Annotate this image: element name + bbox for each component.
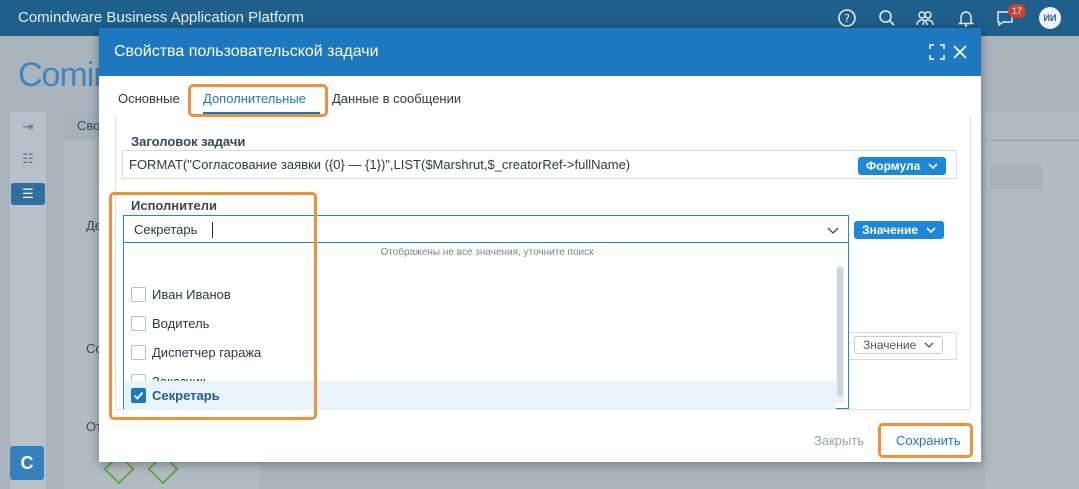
background-panel-title: Сво bbox=[77, 118, 101, 133]
list-item[interactable]: Иван Иванов bbox=[124, 280, 836, 309]
menu-icon[interactable]: ☰ bbox=[11, 183, 45, 205]
scrollbar-thumb[interactable] bbox=[837, 267, 843, 397]
collapse-icon[interactable]: ⇥ bbox=[11, 116, 45, 138]
avatar[interactable]: ИИ bbox=[1039, 7, 1061, 29]
task-properties-dialog: Свойства пользовательской задачи Основны… bbox=[99, 28, 981, 462]
list-icon[interactable]: ☷ bbox=[11, 148, 45, 170]
assignees-mode-label: Значение bbox=[862, 223, 919, 237]
background-logo: Comin bbox=[18, 56, 112, 94]
task-title-formula-field[interactable]: FORMAT("Согласование заявки ({0} — {1})"… bbox=[122, 150, 957, 179]
option-label: Диспетчер гаража bbox=[152, 345, 262, 360]
tab-bar: Основные Дополнительные Данные в сообщен… bbox=[99, 76, 981, 116]
checkbox[interactable] bbox=[131, 316, 146, 331]
divider bbox=[985, 140, 1079, 141]
bell-icon[interactable] bbox=[956, 8, 976, 28]
secondary-mode-button[interactable]: Значение bbox=[854, 336, 944, 354]
list-item[interactable]: Диспетчер гаража bbox=[124, 338, 836, 367]
help-icon[interactable]: ? bbox=[837, 8, 857, 28]
formula-mode-button[interactable]: Формула bbox=[858, 157, 947, 175]
option-label: Водитель bbox=[152, 316, 210, 331]
brand-logo-icon: C bbox=[10, 446, 44, 480]
formula-mode-label: Формула bbox=[866, 159, 921, 173]
tab-basic[interactable]: Основные bbox=[118, 91, 180, 106]
assignees-selected-value: Секретарь bbox=[134, 222, 198, 237]
assignees-select[interactable]: Секретарь bbox=[123, 215, 849, 243]
dropdown-hint: Отображены не все значения, уточните пои… bbox=[380, 247, 594, 258]
background-right-box bbox=[990, 165, 1042, 189]
users-icon[interactable] bbox=[915, 8, 935, 28]
task-title-formula-text: FORMAT("Согласование заявки ({0} — {1})"… bbox=[129, 157, 631, 172]
option-label: Секретарь bbox=[152, 388, 220, 403]
svg-text:?: ? bbox=[844, 12, 850, 25]
assignees-label: Исполнители bbox=[131, 198, 217, 213]
dialog-title: Свойства пользовательской задачи bbox=[114, 43, 379, 60]
maximize-icon[interactable] bbox=[927, 42, 947, 62]
tab-additional[interactable]: Дополнительные bbox=[203, 91, 306, 106]
save-button[interactable]: Сохранить bbox=[896, 433, 961, 448]
app-title: Comindware Business Application Platform bbox=[18, 9, 304, 26]
chevron-down-icon bbox=[926, 227, 936, 234]
tab-message-data[interactable]: Данные в сообщении bbox=[332, 91, 461, 106]
option-label: Иван Иванов bbox=[152, 287, 231, 302]
checkbox[interactable] bbox=[131, 287, 146, 302]
checkbox-checked[interactable] bbox=[131, 388, 146, 403]
dialog-header: Свойства пользовательской задачи bbox=[99, 28, 981, 76]
chevron-down-icon[interactable] bbox=[826, 223, 840, 237]
list-item-selected[interactable]: Секретарь bbox=[124, 381, 836, 410]
dropdown-scrollbar[interactable] bbox=[836, 265, 844, 403]
chevron-down-icon bbox=[928, 163, 938, 170]
checkmark-icon bbox=[133, 391, 144, 400]
search-icon[interactable] bbox=[877, 8, 897, 28]
task-title-label: Заголовок задачи bbox=[131, 134, 246, 149]
chevron-down-icon bbox=[924, 342, 934, 349]
close-button[interactable]: Закрыть bbox=[814, 433, 864, 448]
close-icon[interactable] bbox=[950, 42, 970, 62]
assignees-mode-button[interactable]: Значение bbox=[854, 221, 945, 239]
active-tab-indicator bbox=[203, 112, 320, 114]
secondary-mode-label: Значение bbox=[863, 338, 917, 352]
notification-badge: 17 bbox=[1008, 4, 1026, 18]
list-item[interactable]: Водитель bbox=[124, 309, 836, 338]
text-cursor bbox=[212, 222, 213, 238]
checkbox[interactable] bbox=[131, 345, 146, 360]
